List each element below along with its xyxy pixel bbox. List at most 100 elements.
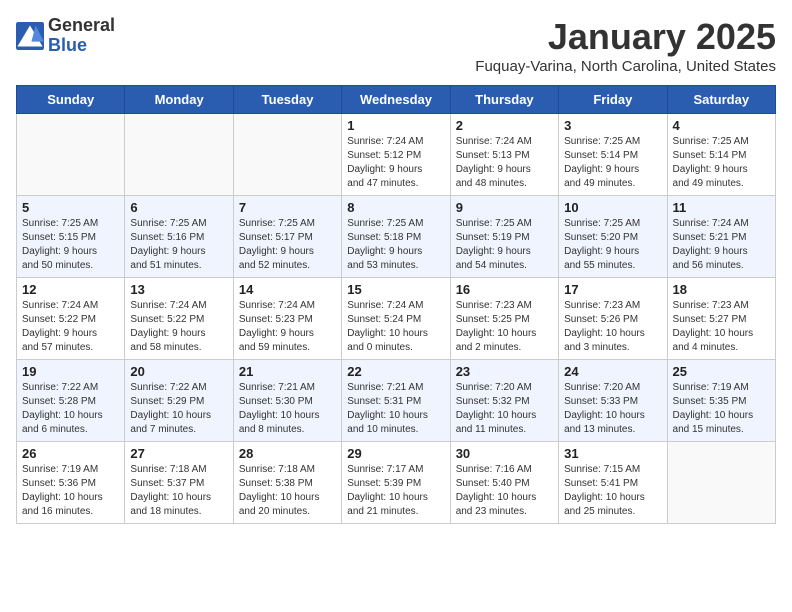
day-info: Sunrise: 7:24 AM Sunset: 5:22 PM Dayligh…: [130, 299, 227, 355]
calendar-table: SundayMondayTuesdayWednesdayThursdayFrid…: [16, 85, 776, 524]
day-number: 21: [239, 364, 336, 379]
day-number: 6: [130, 200, 227, 215]
calendar-cell: 17 Sunrise: 7:23 AM Sunset: 5:26 PM Dayli…: [559, 278, 667, 360]
day-info: Sunrise: 7:24 AM Sunset: 5:21 PM Dayligh…: [673, 217, 770, 273]
day-info: Sunrise: 7:21 AM Sunset: 5:30 PM Dayligh…: [239, 381, 336, 437]
logo-icon: [16, 22, 44, 50]
calendar-cell: 31 Sunrise: 7:15 AM Sunset: 5:41 PM Dayli…: [559, 442, 667, 524]
day-number: 14: [239, 282, 336, 297]
day-of-week-header: Sunday: [17, 86, 125, 114]
calendar-cell: [667, 442, 775, 524]
location-subtitle: Fuquay-Varina, North Carolina, United St…: [475, 58, 776, 75]
day-info: Sunrise: 7:25 AM Sunset: 5:14 PM Dayligh…: [673, 135, 770, 191]
day-number: 16: [456, 282, 553, 297]
day-info: Sunrise: 7:25 AM Sunset: 5:19 PM Dayligh…: [456, 217, 553, 273]
day-number: 8: [347, 200, 444, 215]
day-of-week-header: Thursday: [450, 86, 558, 114]
day-number: 28: [239, 446, 336, 461]
calendar-cell: 5 Sunrise: 7:25 AM Sunset: 5:15 PM Daylig…: [17, 196, 125, 278]
day-number: 12: [22, 282, 119, 297]
day-info: Sunrise: 7:20 AM Sunset: 5:33 PM Dayligh…: [564, 381, 661, 437]
calendar-cell: 15Sunrise: 7:24 AM Sunset: 5:24 PM Dayli…: [342, 278, 450, 360]
day-of-week-header: Saturday: [667, 86, 775, 114]
day-info: Sunrise: 7:25 AM Sunset: 5:17 PM Dayligh…: [239, 217, 336, 273]
day-number: 25: [673, 364, 770, 379]
day-info: Sunrise: 7:21 AM Sunset: 5:31 PM Dayligh…: [347, 381, 444, 437]
day-number: 1: [347, 118, 444, 133]
day-info: Sunrise: 7:22 AM Sunset: 5:29 PM Dayligh…: [130, 381, 227, 437]
calendar-cell: 6 Sunrise: 7:25 AM Sunset: 5:16 PM Daylig…: [125, 196, 233, 278]
day-of-week-header: Friday: [559, 86, 667, 114]
calendar-cell: 29Sunrise: 7:17 AM Sunset: 5:39 PM Dayli…: [342, 442, 450, 524]
calendar-week-row: 5 Sunrise: 7:25 AM Sunset: 5:15 PM Daylig…: [17, 196, 776, 278]
day-number: 19: [22, 364, 119, 379]
calendar-cell: 4 Sunrise: 7:25 AM Sunset: 5:14 PM Daylig…: [667, 114, 775, 196]
day-number: 24: [564, 364, 661, 379]
day-number: 5: [22, 200, 119, 215]
logo-blue-text: Blue: [48, 36, 115, 56]
day-info: Sunrise: 7:25 AM Sunset: 5:18 PM Dayligh…: [347, 217, 444, 273]
day-of-week-header: Monday: [125, 86, 233, 114]
day-number: 4: [673, 118, 770, 133]
calendar-cell: [125, 114, 233, 196]
calendar-cell: 30Sunrise: 7:16 AM Sunset: 5:40 PM Dayli…: [450, 442, 558, 524]
day-number: 27: [130, 446, 227, 461]
day-number: 10: [564, 200, 661, 215]
day-info: Sunrise: 7:24 AM Sunset: 5:13 PM Dayligh…: [456, 135, 553, 191]
calendar-cell: 28Sunrise: 7:18 AM Sunset: 5:38 PM Dayli…: [233, 442, 341, 524]
calendar-cell: 10 Sunrise: 7:25 AM Sunset: 5:20 PM Dayli…: [559, 196, 667, 278]
calendar-cell: 7 Sunrise: 7:25 AM Sunset: 5:17 PM Daylig…: [233, 196, 341, 278]
day-info: Sunrise: 7:24 AM Sunset: 5:24 PM Dayligh…: [347, 299, 444, 355]
month-title: January 2025: [475, 16, 776, 58]
day-info: Sunrise: 7:24 AM Sunset: 5:12 PM Dayligh…: [347, 135, 444, 191]
day-info: Sunrise: 7:25 AM Sunset: 5:14 PM Dayligh…: [564, 135, 661, 191]
day-info: Sunrise: 7:15 AM Sunset: 5:41 PM Dayligh…: [564, 463, 661, 519]
day-number: 30: [456, 446, 553, 461]
calendar-cell: 12 Sunrise: 7:24 AM Sunset: 5:22 PM Dayli…: [17, 278, 125, 360]
day-info: Sunrise: 7:18 AM Sunset: 5:37 PM Dayligh…: [130, 463, 227, 519]
day-number: 9: [456, 200, 553, 215]
calendar-week-row: 19 Sunrise: 7:22 AM Sunset: 5:28 PM Dayli…: [17, 360, 776, 442]
day-number: 17: [564, 282, 661, 297]
calendar-header-row: SundayMondayTuesdayWednesdayThursdayFrid…: [17, 86, 776, 114]
day-number: 3: [564, 118, 661, 133]
calendar-cell: 16 Sunrise: 7:23 AM Sunset: 5:25 PM Dayli…: [450, 278, 558, 360]
day-info: Sunrise: 7:24 AM Sunset: 5:23 PM Dayligh…: [239, 299, 336, 355]
calendar-cell: 26 Sunrise: 7:19 AM Sunset: 5:36 PM Dayli…: [17, 442, 125, 524]
day-info: Sunrise: 7:25 AM Sunset: 5:15 PM Dayligh…: [22, 217, 119, 273]
day-info: Sunrise: 7:19 AM Sunset: 5:35 PM Dayligh…: [673, 381, 770, 437]
day-number: 31: [564, 446, 661, 461]
day-number: 11: [673, 200, 770, 215]
day-number: 26: [22, 446, 119, 461]
day-info: Sunrise: 7:19 AM Sunset: 5:36 PM Dayligh…: [22, 463, 119, 519]
day-info: Sunrise: 7:23 AM Sunset: 5:27 PM Dayligh…: [673, 299, 770, 355]
day-number: 2: [456, 118, 553, 133]
day-info: Sunrise: 7:23 AM Sunset: 5:26 PM Dayligh…: [564, 299, 661, 355]
page-header: General Blue January 2025 Fuquay-Varina,…: [16, 16, 776, 75]
day-info: Sunrise: 7:20 AM Sunset: 5:32 PM Dayligh…: [456, 381, 553, 437]
day-number: 18: [673, 282, 770, 297]
calendar-cell: 27 Sunrise: 7:18 AM Sunset: 5:37 PM Dayli…: [125, 442, 233, 524]
calendar-cell: 3 Sunrise: 7:25 AM Sunset: 5:14 PM Daylig…: [559, 114, 667, 196]
calendar-cell: 19 Sunrise: 7:22 AM Sunset: 5:28 PM Dayli…: [17, 360, 125, 442]
day-number: 20: [130, 364, 227, 379]
calendar-cell: 21 Sunrise: 7:21 AM Sunset: 5:30 PM Dayli…: [233, 360, 341, 442]
calendar-cell: 11 Sunrise: 7:24 AM Sunset: 5:21 PM Dayli…: [667, 196, 775, 278]
day-info: Sunrise: 7:24 AM Sunset: 5:22 PM Dayligh…: [22, 299, 119, 355]
day-number: 7: [239, 200, 336, 215]
day-number: 22: [347, 364, 444, 379]
calendar-cell: 24 Sunrise: 7:20 AM Sunset: 5:33 PM Dayli…: [559, 360, 667, 442]
day-info: Sunrise: 7:23 AM Sunset: 5:25 PM Dayligh…: [456, 299, 553, 355]
title-block: January 2025 Fuquay-Varina, North Caroli…: [475, 16, 776, 75]
day-info: Sunrise: 7:25 AM Sunset: 5:20 PM Dayligh…: [564, 217, 661, 273]
calendar-cell: 8 Sunrise: 7:25 AM Sunset: 5:18 PM Daylig…: [342, 196, 450, 278]
logo: General Blue: [16, 16, 115, 56]
day-of-week-header: Tuesday: [233, 86, 341, 114]
day-number: 13: [130, 282, 227, 297]
day-info: Sunrise: 7:22 AM Sunset: 5:28 PM Dayligh…: [22, 381, 119, 437]
calendar-cell: 13 Sunrise: 7:24 AM Sunset: 5:22 PM Dayli…: [125, 278, 233, 360]
calendar-cell: 14 Sunrise: 7:24 AM Sunset: 5:23 PM Dayli…: [233, 278, 341, 360]
day-info: Sunrise: 7:17 AM Sunset: 5:39 PM Dayligh…: [347, 463, 444, 519]
day-number: 23: [456, 364, 553, 379]
day-info: Sunrise: 7:25 AM Sunset: 5:16 PM Dayligh…: [130, 217, 227, 273]
